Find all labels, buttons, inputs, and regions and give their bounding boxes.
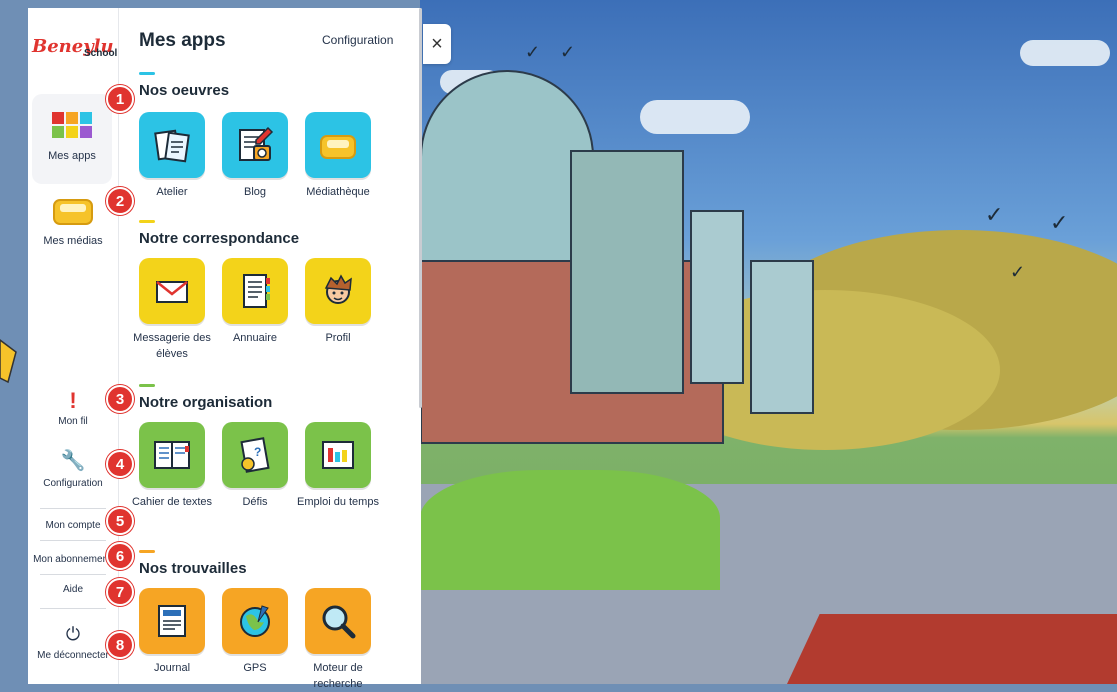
nav-mes-apps[interactable]: Mes apps bbox=[32, 94, 112, 184]
blog-icon bbox=[239, 126, 274, 161]
callout-badge-2: 2 bbox=[106, 187, 134, 215]
app-blog[interactable]: Blog bbox=[214, 112, 296, 200]
section-accent bbox=[139, 550, 155, 553]
nav-mes-medias-label: Mes médias bbox=[43, 235, 103, 247]
nav-deconnecter[interactable]: ⏻ Me déconnecter bbox=[28, 624, 118, 661]
callout-badge-6: 6 bbox=[106, 542, 134, 570]
nav-aide[interactable]: Aide bbox=[28, 584, 118, 595]
mediatheque-icon bbox=[320, 135, 356, 159]
folder-edge-icon bbox=[0, 339, 17, 384]
profil-icon bbox=[324, 274, 352, 304]
scrollbar[interactable] bbox=[419, 8, 422, 408]
callout-badge-4: 4 bbox=[106, 450, 134, 478]
app-atelier[interactable]: Atelier bbox=[131, 112, 213, 200]
section-accent bbox=[139, 384, 155, 387]
apps-grid-icon bbox=[32, 112, 112, 138]
wrench-icon: 🔧 bbox=[60, 450, 86, 472]
section-accent bbox=[139, 72, 155, 75]
callout-badge-5: 5 bbox=[106, 507, 134, 535]
callout-badge-3: 3 bbox=[106, 385, 134, 413]
journal-icon bbox=[158, 605, 186, 637]
callout-badge-8: 8 bbox=[106, 631, 134, 659]
nav-configuration-label: Configuration bbox=[43, 478, 103, 489]
close-icon: × bbox=[431, 32, 443, 55]
section-title-nos-oeuvres: Nos oeuvres bbox=[139, 82, 230, 99]
app-mediatheque[interactable]: Médiathèque bbox=[297, 112, 379, 200]
power-icon: ⏻ bbox=[65, 624, 81, 644]
section-title-notre-organisation: Notre organisation bbox=[139, 394, 273, 411]
section-accent bbox=[139, 220, 155, 223]
mail-icon bbox=[156, 281, 188, 303]
emploi-icon bbox=[322, 441, 354, 469]
cahier-icon bbox=[154, 441, 190, 469]
section-title-nos-trouvailles: Nos trouvailles bbox=[139, 560, 247, 577]
app-messagerie[interactable]: Messagerie des élèves bbox=[131, 258, 213, 362]
app-profil[interactable]: Profil bbox=[297, 258, 379, 346]
search-icon bbox=[322, 605, 356, 639]
nav-mes-medias[interactable]: Mes médias bbox=[28, 194, 118, 254]
app-gps[interactable]: GPS bbox=[214, 588, 296, 676]
gps-icon bbox=[240, 605, 270, 637]
media-tray-icon bbox=[53, 199, 93, 225]
annuaire-icon bbox=[243, 274, 270, 308]
nav-mon-fil[interactable]: ! Mon fil bbox=[28, 388, 118, 427]
nav-mon-fil-label: Mon fil bbox=[58, 416, 88, 427]
apps-panel: Mes apps Configuration Nos oeuvres Ateli… bbox=[118, 8, 422, 690]
configuration-link[interactable]: Configuration bbox=[322, 33, 393, 47]
background-scene: ✓ ✓ ✓ ✓ ✓ bbox=[420, 0, 1117, 684]
callout-badge-1: 1 bbox=[106, 85, 134, 113]
section-title-notre-correspondance: Notre correspondance bbox=[139, 230, 300, 247]
nav-deconnecter-label: Me déconnecter bbox=[37, 650, 109, 661]
page-title: Mes apps bbox=[139, 30, 226, 51]
app-moteur-de-recherche[interactable]: Moteur de recherche bbox=[297, 588, 379, 692]
app-emploi-du-temps[interactable]: Emploi du temps bbox=[297, 422, 379, 510]
left-nav: Beneylu School Mes apps Mes médias ! Mon… bbox=[28, 8, 118, 684]
exclamation-icon: ! bbox=[69, 388, 77, 413]
app-cahier-de-textes[interactable]: Cahier de textes bbox=[131, 422, 213, 510]
atelier-icon bbox=[154, 129, 190, 163]
nav-configuration[interactable]: 🔧 Configuration bbox=[28, 448, 118, 489]
app-annuaire[interactable]: Annuaire bbox=[214, 258, 296, 346]
callout-badge-7: 7 bbox=[106, 578, 134, 606]
defis-icon: ? bbox=[240, 437, 270, 473]
svg-text:?: ? bbox=[254, 445, 261, 459]
app-journal[interactable]: Journal bbox=[131, 588, 213, 676]
nav-mon-compte[interactable]: Mon compte bbox=[28, 520, 118, 531]
close-button[interactable]: × bbox=[423, 24, 451, 64]
beneylu-logo[interactable]: Beneylu School bbox=[32, 32, 117, 64]
app-defis[interactable]: ? Défis bbox=[214, 422, 296, 510]
nav-mes-apps-label: Mes apps bbox=[48, 150, 96, 162]
